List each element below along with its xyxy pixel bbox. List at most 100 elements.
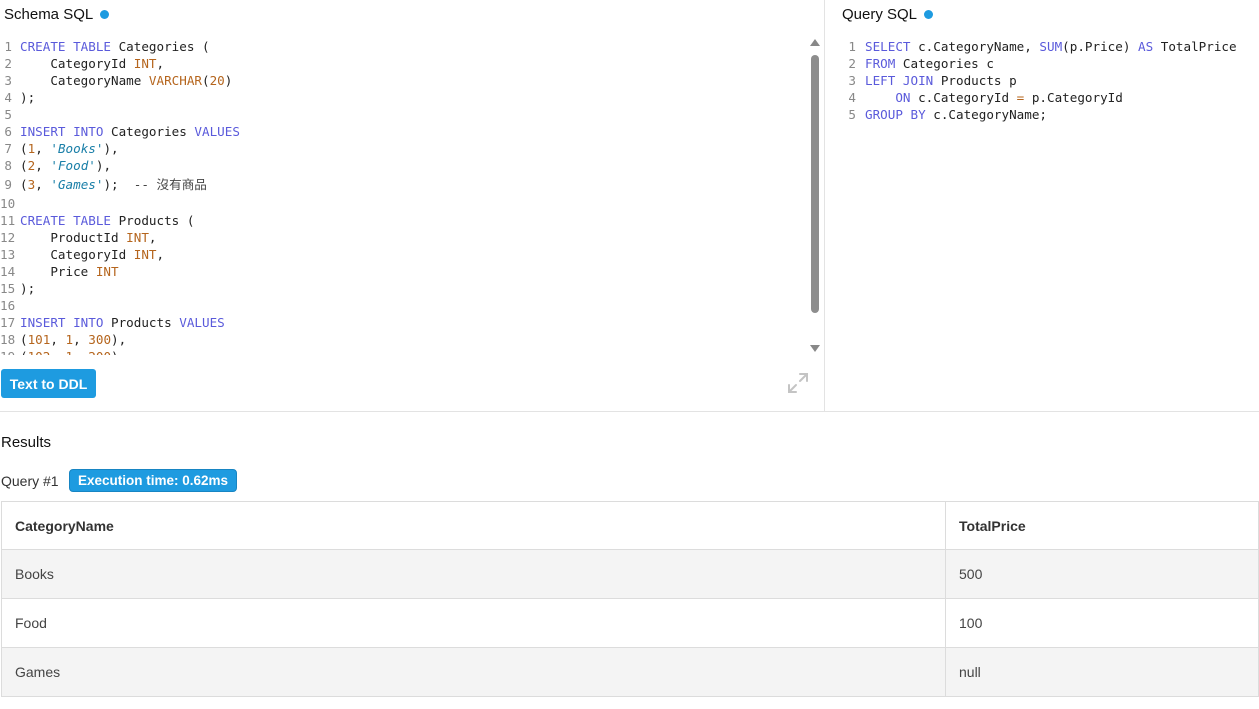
code-token: ON [895, 90, 911, 105]
code-token: (p.Price) [1062, 39, 1138, 54]
line-number: 5 [848, 107, 856, 122]
expand-icon[interactable] [785, 370, 811, 396]
line-number: 19 [0, 348, 20, 355]
code-token: , [35, 158, 51, 173]
code-token: 'Books' [50, 141, 104, 156]
code-token: Categories c [895, 56, 994, 71]
code-line: 8 (2, 'Food'), [0, 157, 806, 174]
scroll-down-arrow-icon[interactable] [810, 345, 820, 352]
code-line: 16 [0, 297, 806, 314]
code-line: 14 Price INT [0, 263, 806, 280]
code-text: ProductId INT, [20, 229, 157, 246]
code-text: INSERT INTO Categories VALUES [20, 123, 240, 140]
scroll-up-arrow-icon[interactable] [810, 39, 820, 46]
code-line: 15); [0, 280, 806, 297]
code-line: 4 ON c.CategoryId = p.CategoryId [840, 89, 1259, 106]
code-token: LEFT JOIN [865, 73, 934, 88]
code-token: ), [103, 141, 119, 156]
schema-sql-title-text: Schema SQL [4, 6, 94, 23]
code-token: CategoryId [20, 247, 134, 262]
code-line: 9 (3, 'Games'); -- 沒有商品 [0, 174, 806, 195]
code-token: Price [20, 264, 96, 279]
code-token: CategoryName [20, 73, 149, 88]
code-text: CategoryId INT, [20, 246, 164, 263]
code-token: ( [20, 177, 28, 192]
code-token: 1 [65, 332, 74, 347]
column-header: TotalPrice [945, 501, 1259, 550]
line-number: 14 [0, 264, 16, 279]
code-token: 'Food' [50, 158, 96, 173]
code-token: 102 [28, 349, 51, 355]
code-line: 7 (1, 'Books'), [0, 140, 806, 157]
code-text: Price INT [20, 263, 118, 280]
code-token: Products p [933, 73, 1017, 88]
code-token: , [148, 230, 157, 245]
query-sql-title-text: Query SQL [842, 6, 918, 23]
code-token: ( [201, 73, 210, 88]
line-number: 2 [848, 56, 856, 71]
code-token: VALUES [179, 315, 225, 330]
line-number: 15 [0, 281, 16, 296]
code-token: , [50, 332, 66, 347]
line-number: 6 [4, 124, 12, 139]
code-text: (101, 1, 300), [20, 331, 126, 348]
code-line: 3 LEFT JOIN Products p [840, 72, 1259, 89]
code-token: 20 [209, 73, 225, 88]
table-cell: Games [1, 647, 946, 697]
schema-editor-scrollbar[interactable] [808, 36, 822, 356]
code-token: 'Games' [50, 177, 104, 192]
status-dot-icon [100, 10, 110, 19]
code-line: 11 CREATE TABLE Products ( [0, 212, 806, 229]
code-line: 5 GROUP BY c.CategoryName; [840, 106, 1259, 123]
code-token: c.CategoryName, [910, 39, 1040, 54]
table-cell: 500 [945, 549, 1259, 599]
scrollbar-thumb[interactable] [811, 55, 819, 313]
execution-time-badge: Execution time: 0.62ms [69, 469, 238, 492]
code-token: , [156, 56, 165, 71]
code-token: , [35, 177, 51, 192]
code-text: (3, 'Games'); -- 沒有商品 [20, 174, 207, 195]
table-row: Food 100 [1, 598, 1259, 648]
code-token: ); [20, 281, 36, 296]
code-token: INSERT INTO [20, 124, 104, 139]
line-number: 18 [0, 332, 16, 347]
code-token: TotalPrice [1153, 39, 1237, 54]
code-token: AS [1137, 39, 1154, 54]
code-token: ( [20, 349, 28, 355]
code-token: ) [224, 73, 233, 88]
code-token: INT [126, 230, 149, 245]
code-text: ); [20, 89, 35, 106]
line-number: 1 [848, 39, 856, 54]
code-token: INSERT INTO [20, 315, 104, 330]
code-token: CREATE TABLE [20, 39, 111, 54]
code-line: 13 CategoryId INT, [0, 246, 806, 263]
line-number: 7 [4, 141, 12, 156]
table-cell: Books [1, 549, 946, 599]
code-token: CREATE TABLE [20, 213, 111, 228]
status-dot-icon [924, 10, 934, 19]
code-text: (2, 'Food'), [20, 157, 111, 174]
code-token: FROM [865, 56, 896, 71]
code-token: 300 [88, 332, 112, 347]
query-number-label: Query #1 [1, 473, 59, 489]
line-number: 8 [4, 158, 12, 173]
query-sql-editor[interactable]: 1 SELECT c.CategoryName, SUM(p.Price) AS … [840, 38, 1259, 138]
text-to-ddl-button[interactable]: Text to DDL [1, 369, 96, 398]
line-number: 11 [0, 213, 16, 228]
code-line: 1 SELECT c.CategoryName, SUM(p.Price) AS … [840, 38, 1259, 55]
code-text: CategoryName VARCHAR(20) [20, 72, 232, 89]
code-text: LEFT JOIN Products p [865, 72, 1017, 89]
code-token: Products ( [111, 213, 195, 228]
code-text: GROUP BY c.CategoryName; [865, 106, 1047, 123]
code-token: ), [111, 349, 126, 355]
schema-sql-editor[interactable]: 1 CREATE TABLE Categories (2 CategoryId I… [0, 38, 806, 355]
line-number: 4 [848, 90, 856, 105]
table-cell: 100 [945, 598, 1259, 648]
code-line: 4); [0, 89, 806, 106]
code-line: 10 [0, 195, 806, 212]
code-token: ); [103, 177, 134, 192]
code-token: ( [20, 158, 28, 173]
code-token: SELECT [865, 39, 911, 54]
line-number: 17 [0, 315, 16, 330]
code-token: , [73, 332, 89, 347]
